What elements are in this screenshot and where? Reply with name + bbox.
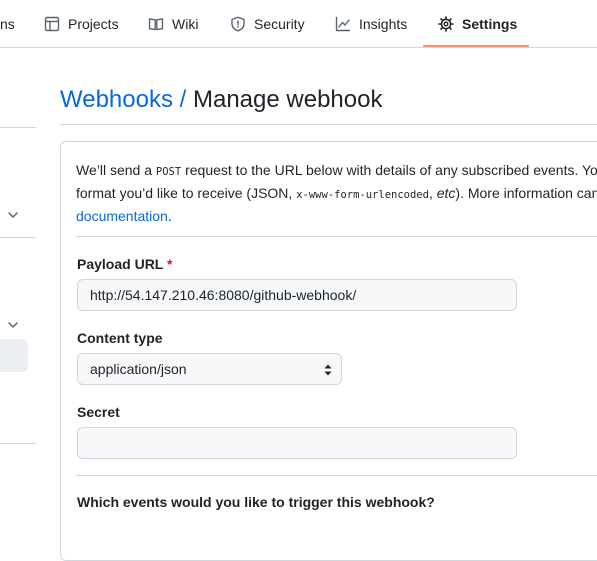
tab-wiki-label: Wiki	[172, 16, 199, 32]
tab-code-label: ns	[0, 16, 15, 32]
intro-text: ). More information can	[455, 185, 597, 201]
page-heading: Manage webhook	[192, 86, 383, 113]
content-type-label: Content type	[77, 330, 163, 346]
content-type-select[interactable]: application/json	[77, 353, 342, 385]
tab-security[interactable]: Security	[230, 0, 305, 48]
chevron-down-icon[interactable]	[7, 318, 19, 330]
gear-icon	[438, 16, 454, 32]
payload-url-label: Payload URL *	[77, 256, 172, 272]
title-divider	[60, 124, 597, 125]
tab-wiki[interactable]: Wiki	[148, 0, 198, 48]
intro-code-urlencoded: x-www-form-urlencoded	[296, 189, 429, 201]
repo-nav: ns Projects Wiki Security Insights Setti…	[0, 0, 597, 48]
breadcrumb-separator: /	[172, 86, 193, 113]
intro-divider	[76, 236, 597, 237]
secret-divider	[76, 475, 597, 476]
events-question: Which events would you like to trigger t…	[77, 494, 435, 510]
payload-url-input[interactable]: http://54.147.210.46:8080/github-webhook…	[77, 279, 517, 311]
intro-text: format you’d like to receive (JSON,	[76, 185, 297, 201]
sidebar-item-webhooks[interactable]	[0, 339, 28, 372]
webhook-intro-text: We’ll send a POST request to the URL bel…	[76, 160, 597, 227]
page-title: Webhooks / Manage webhook	[60, 84, 382, 116]
sidebar-divider	[0, 237, 36, 238]
intro-code-post: POST	[155, 166, 182, 178]
intro-text: .	[167, 208, 172, 224]
tab-security-label: Security	[254, 16, 305, 32]
graph-icon	[335, 16, 351, 32]
select-arrows-icon	[324, 363, 332, 377]
tab-code[interactable]: ns	[0, 0, 15, 48]
chevron-down-icon[interactable]	[7, 208, 19, 220]
tab-insights-label: Insights	[359, 16, 408, 32]
tab-settings[interactable]: Settings	[438, 0, 517, 48]
book-icon	[148, 16, 164, 32]
payload-url-value: http://54.147.210.46:8080/github-webhook…	[90, 287, 357, 303]
sidebar-divider	[0, 443, 36, 444]
intro-line-3: documentation.	[76, 206, 597, 227]
tab-insights[interactable]: Insights	[335, 0, 407, 48]
intro-etc: etc	[436, 185, 456, 201]
intro-text: request to the URL below with details of…	[181, 162, 597, 178]
tab-projects-label: Projects	[68, 16, 119, 32]
selected-tab-indicator	[423, 45, 529, 47]
table-icon	[44, 16, 60, 32]
intro-text: ,	[428, 185, 437, 201]
tab-projects[interactable]: Projects	[44, 0, 119, 48]
documentation-link[interactable]: documentation	[76, 208, 168, 224]
secret-label: Secret	[77, 404, 120, 420]
intro-text: We’ll send a	[76, 162, 156, 178]
intro-line-2: format you’d like to receive (JSON, x-ww…	[76, 183, 597, 206]
shield-icon	[230, 16, 246, 32]
required-mark: *	[167, 256, 173, 272]
breadcrumb-webhooks-link[interactable]: Webhooks	[60, 86, 173, 113]
content-type-value: application/json	[90, 361, 187, 377]
sidebar-divider	[0, 127, 36, 128]
secret-input[interactable]	[77, 427, 517, 459]
tab-settings-label: Settings	[462, 16, 518, 32]
payload-url-label-text: Payload URL	[77, 256, 164, 272]
intro-line-1: We’ll send a POST request to the URL bel…	[76, 160, 597, 183]
